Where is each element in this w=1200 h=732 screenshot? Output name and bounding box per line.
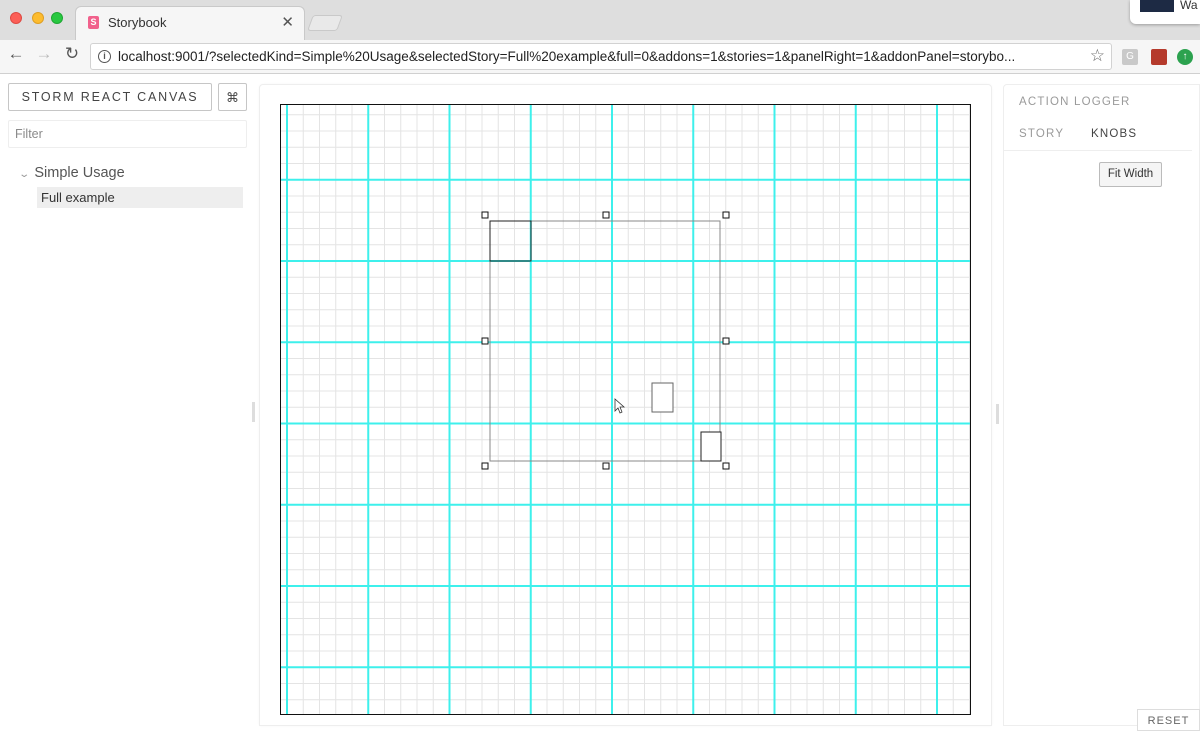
new-tab-button[interactable] [307, 15, 343, 31]
avatar [1140, 0, 1174, 12]
mouse-cursor-icon [614, 398, 626, 414]
filter-input[interactable] [8, 120, 247, 148]
stories-panel: STORM REACT CANVAS ⌘ ⌄Simple Usage Full … [0, 75, 255, 726]
browser-tab-bar: S Storybook ✕ Wa [0, 0, 1200, 40]
reset-button[interactable]: RESET [1137, 709, 1200, 731]
extension-g-icon[interactable]: G [1122, 49, 1138, 65]
tab-knobs[interactable]: KNOBS [1091, 128, 1137, 140]
diagram-canvas[interactable] [280, 104, 971, 715]
shortcuts-button[interactable]: ⌘ [218, 83, 247, 111]
tab-action-logger[interactable]: ACTION LOGGER [1019, 96, 1130, 108]
url-text[interactable]: localhost:9001/?selectedKind=Simple%20Us… [118, 49, 1078, 64]
browser-toolbar: ← → ↻ i localhost:9001/?selectedKind=Sim… [0, 40, 1200, 74]
canvas-rectangle[interactable] [651, 382, 674, 413]
minimize-window-icon[interactable] [32, 12, 44, 24]
close-window-icon[interactable] [10, 12, 22, 24]
reload-icon[interactable]: ↻ [61, 44, 83, 64]
back-arrow-icon[interactable]: ← [5, 44, 27, 64]
left-resize-handle[interactable] [252, 402, 255, 422]
resize-handle[interactable] [722, 337, 730, 345]
resize-handle[interactable] [722, 211, 730, 219]
story-full-example[interactable]: Full example [37, 187, 243, 208]
storybook-favicon-icon: S [88, 16, 99, 29]
resize-handle[interactable] [481, 462, 489, 470]
fit-width-button[interactable]: Fit Width [1099, 162, 1162, 187]
forward-arrow-icon[interactable]: → [33, 44, 55, 64]
kind-simple-usage[interactable]: ⌄ Simple Usage [18, 165, 125, 181]
canvas-content [481, 211, 730, 470]
tab-title: Storybook [108, 15, 167, 30]
maximize-window-icon[interactable] [51, 12, 63, 24]
selection-box [489, 220, 721, 462]
resize-handle[interactable] [722, 462, 730, 470]
brand-button[interactable]: STORM REACT CANVAS [8, 83, 212, 111]
chevron-down-icon: ⌄ [18, 169, 31, 180]
extension-red-icon[interactable] [1151, 49, 1167, 65]
update-arrow-icon[interactable]: ↑ [1177, 49, 1193, 65]
right-resize-handle[interactable] [996, 404, 999, 424]
tab-divider [1004, 150, 1192, 151]
addon-panel: ACTION LOGGER STORY KNOBS Fit Width [1003, 84, 1200, 726]
tab-close-icon[interactable]: ✕ [281, 13, 294, 31]
tab-story[interactable]: STORY [1019, 128, 1064, 140]
resize-handle[interactable] [602, 462, 610, 470]
address-bar[interactable]: i localhost:9001/?selectedKind=Simple%20… [90, 43, 1112, 70]
star-icon[interactable]: ☆ [1090, 46, 1105, 66]
info-icon[interactable]: i [98, 50, 111, 63]
kind-label: Simple Usage [34, 165, 125, 181]
resize-handle[interactable] [602, 211, 610, 219]
profile-button[interactable]: Wa [1130, 0, 1200, 24]
browser-tab[interactable]: S Storybook ✕ [75, 6, 305, 40]
resize-handle[interactable] [481, 211, 489, 219]
resize-handle[interactable] [481, 337, 489, 345]
canvas-rectangle[interactable] [489, 220, 532, 262]
profile-name: Wa [1180, 0, 1198, 12]
canvas-rectangle[interactable] [700, 431, 722, 462]
